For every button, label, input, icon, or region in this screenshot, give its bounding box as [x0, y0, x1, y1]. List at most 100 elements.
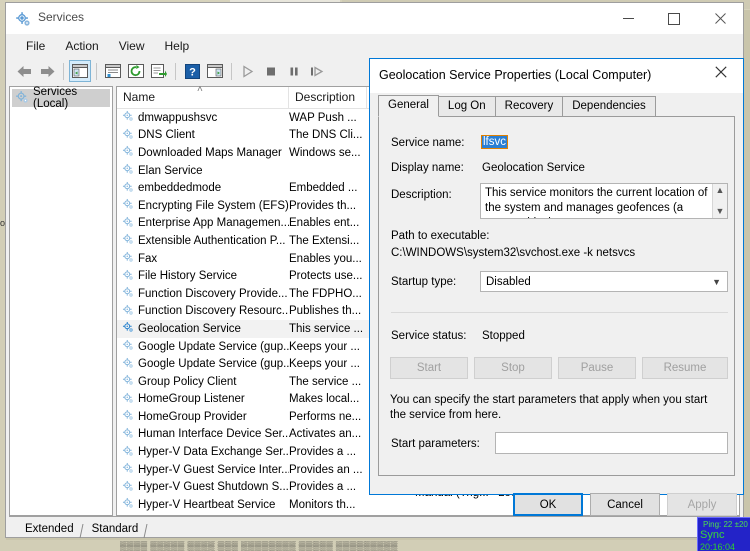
close-button[interactable] — [697, 3, 743, 34]
tab-recovery[interactable]: Recovery — [494, 96, 564, 117]
tab-dependencies[interactable]: Dependencies — [562, 96, 656, 117]
resume-button[interactable]: Resume — [642, 357, 728, 379]
show-hide-console-tree-icon[interactable] — [69, 60, 91, 82]
show-hide-action-pane-icon[interactable] — [204, 60, 226, 82]
path-to-executable-value: C:\WINDOWS\system32\svchost.exe -k netsv… — [391, 247, 636, 259]
cell-description: Windows se... — [289, 146, 361, 159]
pause-service-icon[interactable] — [283, 60, 305, 82]
service-gear-icon — [122, 304, 134, 319]
divider-top — [391, 312, 728, 313]
tab-general[interactable]: General — [378, 95, 439, 117]
tab-standard[interactable]: Standard — [82, 522, 147, 536]
toolbar-separator — [63, 62, 64, 80]
service-gear-icon — [122, 427, 134, 442]
service-name-text: Function Discovery Provide... — [138, 287, 288, 300]
back-arrow-icon[interactable] — [13, 60, 35, 82]
cell-description: Keeps your ... — [289, 358, 360, 371]
service-name-text: Hyper-V Guest Service Inter... — [138, 463, 289, 476]
minimize-button[interactable] — [605, 3, 651, 34]
maximize-button[interactable] — [651, 3, 697, 34]
sync-time: 20:16:04 — [700, 542, 736, 551]
service-gear-icon — [122, 445, 134, 460]
window-title: Services — [38, 10, 85, 24]
menu-file[interactable]: File — [17, 37, 54, 55]
ping-value: Ping: 22 ±20 — [703, 520, 748, 529]
cell-name: File History Service — [117, 269, 289, 284]
service-gear-icon — [122, 216, 134, 231]
chevron-down-icon[interactable]: ▼ — [716, 207, 725, 216]
stop-service-icon[interactable] — [260, 60, 282, 82]
cell-name: DNS Client — [117, 128, 289, 143]
export-list-icon[interactable] — [148, 60, 170, 82]
cell-name: Elan Service — [117, 163, 289, 178]
service-gear-icon — [122, 497, 134, 512]
service-gear-icon — [122, 480, 134, 495]
start-parameters-input[interactable] — [495, 432, 728, 454]
toolbar-separator — [231, 62, 232, 80]
dialog-close-button[interactable] — [698, 59, 743, 89]
stop-button[interactable]: Stop — [474, 357, 552, 379]
cell-name: Function Discovery Provide... — [117, 286, 289, 301]
cell-description: Publishes th... — [289, 305, 362, 318]
cell-name: Function Discovery Resourc... — [117, 304, 289, 319]
apply-button[interactable]: Apply — [667, 493, 737, 516]
start-service-icon[interactable] — [237, 60, 259, 82]
service-gear-icon — [122, 339, 134, 354]
description-box[interactable]: This service monitors the current locati… — [480, 183, 728, 219]
column-header-name[interactable]: Name ˄ — [117, 84, 289, 108]
cell-description: Embedded ... — [289, 182, 358, 195]
service-gear-icon — [122, 357, 134, 372]
display-name-value[interactable]: Geolocation Service — [482, 162, 585, 174]
column-header-description[interactable]: Description — [289, 87, 367, 108]
cell-name: dmwappushsvc — [117, 110, 289, 125]
pause-button[interactable]: Pause — [558, 357, 636, 379]
menu-action[interactable]: Action — [56, 37, 107, 55]
properties-icon[interactable] — [102, 60, 124, 82]
ping-sync-overlay[interactable]: Ping: 22 ±20 Sync 20:16:04 — [697, 517, 750, 551]
menu-help[interactable]: Help — [156, 37, 199, 55]
cell-name: HomeGroup Provider — [117, 409, 289, 424]
forward-arrow-icon[interactable] — [36, 60, 58, 82]
ok-button[interactable]: OK — [513, 493, 583, 516]
chevron-up-icon[interactable]: ▲ — [716, 186, 725, 195]
tab-extended[interactable]: Extended — [15, 522, 82, 536]
service-gear-icon — [122, 286, 134, 301]
service-name-text: Function Discovery Resourc... — [138, 305, 289, 318]
tab-log-on[interactable]: Log On — [437, 96, 496, 117]
dialog-tabs: General Log On Recovery Dependencies — [378, 95, 735, 117]
cell-description: The Extensi... — [289, 234, 360, 247]
menu-view[interactable]: View — [110, 37, 154, 55]
start-button[interactable]: Start — [390, 357, 468, 379]
description-scrollbar[interactable]: ▲ ▼ — [712, 184, 727, 218]
cell-name: Hyper-V Guest Service Inter... — [117, 462, 289, 477]
dialog-title: Geolocation Service Properties (Local Co… — [379, 68, 652, 82]
restart-service-icon[interactable] — [306, 60, 328, 82]
toolbar-separator — [96, 62, 97, 80]
service-name-value[interactable]: lfsvc — [481, 135, 508, 149]
service-gear-icon — [122, 198, 134, 213]
service-gear-icon — [122, 374, 134, 389]
sort-ascending-icon: ˄ — [197, 84, 203, 95]
service-gear-icon — [122, 269, 134, 284]
chevron-down-icon: ▼ — [712, 276, 721, 287]
cell-name: Group Policy Client — [117, 374, 289, 389]
refresh-icon[interactable] — [125, 60, 147, 82]
service-name-text: Fax — [138, 252, 158, 265]
cancel-button[interactable]: Cancel — [590, 493, 660, 516]
cell-name: Hyper-V Data Exchange Ser... — [117, 445, 289, 460]
cell-description: Makes local... — [289, 393, 360, 406]
service-name-text: Google Update Service (gup... — [138, 340, 289, 353]
service-name-text: Extensible Authentication P... — [138, 234, 286, 247]
cell-description: Enables you... — [289, 252, 362, 265]
help-icon[interactable]: ? — [181, 60, 203, 82]
cell-description: Provides an ... — [289, 463, 363, 476]
sync-label: Sync — [700, 529, 725, 541]
cell-name: Geolocation Service — [117, 321, 289, 336]
service-name-text: Encrypting File System (EFS) — [138, 199, 289, 212]
service-name-text: Google Update Service (gup... — [138, 358, 289, 371]
service-name-text: File History Service — [138, 270, 238, 283]
view-tabs: Extended Standard — [9, 516, 740, 536]
cell-name: Google Update Service (gup... — [117, 339, 289, 354]
startup-type-select[interactable]: Disabled ▼ — [480, 271, 728, 292]
sidebar-item-services-local[interactable]: Services (Local) — [12, 86, 110, 110]
